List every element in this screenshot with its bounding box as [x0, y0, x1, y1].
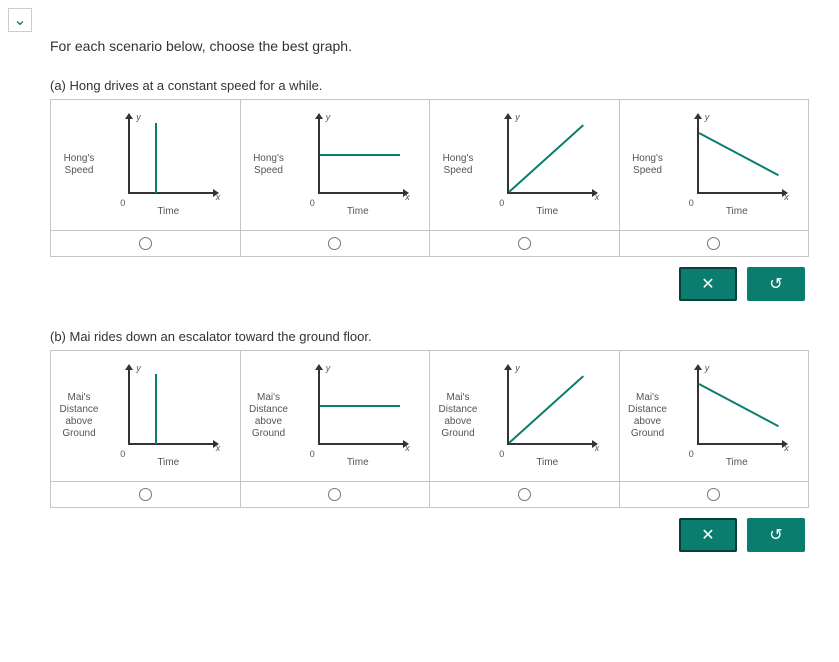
- xlabel: Time: [157, 206, 179, 217]
- chevron-down-icon: ⌄: [13, 10, 26, 30]
- ylabel: Mai's Distance above Ground: [247, 392, 291, 440]
- option-b4-radio[interactable]: [707, 488, 720, 501]
- graph-vertical: y x 0: [118, 365, 218, 455]
- ylabel: Hong's Speed: [247, 153, 291, 177]
- option-b1-radio[interactable]: [139, 488, 152, 501]
- question-a-options: Hong's Speed y x 0 Time: [50, 99, 809, 257]
- option-b4: Mai's Distance above Ground y x 0 Time: [620, 351, 809, 507]
- option-b3: Mai's Distance above Ground y x 0 Time: [430, 351, 620, 507]
- option-a3: Hong's Speed y x 0 Time: [430, 100, 620, 256]
- reset-button-a[interactable]: ↺: [747, 267, 805, 301]
- xlabel: Time: [157, 457, 179, 468]
- xlabel: Time: [726, 457, 748, 468]
- question-b-prompt: (b) Mai rides down an escalator toward t…: [50, 329, 809, 344]
- option-a2-radio[interactable]: [328, 237, 341, 250]
- reset-button-b[interactable]: ↺: [747, 518, 805, 552]
- xlabel: Time: [347, 206, 369, 217]
- option-a4: Hong's Speed y x 0 Time: [620, 100, 809, 256]
- question-b: (b) Mai rides down an escalator toward t…: [50, 329, 809, 552]
- graph-decreasing: y x 0: [687, 114, 787, 204]
- graph-increasing: y x 0: [497, 114, 597, 204]
- reset-icon: ↺: [769, 525, 782, 545]
- option-b2: Mai's Distance above Ground y x 0 Time: [241, 351, 431, 507]
- graph-decreasing: y x 0: [687, 365, 787, 455]
- graph-vertical: y x 0: [118, 114, 218, 204]
- graph-increasing: y x 0: [497, 365, 597, 455]
- option-a3-radio[interactable]: [518, 237, 531, 250]
- ylabel: Hong's Speed: [436, 153, 480, 177]
- xlabel: Time: [347, 457, 369, 468]
- option-a2: Hong's Speed y x 0 Time: [241, 100, 431, 256]
- question-a-prompt: (a) Hong drives at a constant speed for …: [50, 78, 809, 93]
- ylabel: Hong's Speed: [57, 153, 101, 177]
- close-icon: ✕: [701, 274, 714, 294]
- option-a4-radio[interactable]: [707, 237, 720, 250]
- reset-icon: ↺: [769, 274, 782, 294]
- xlabel: Time: [536, 206, 558, 217]
- ylabel: Mai's Distance above Ground: [436, 392, 480, 440]
- close-button-b[interactable]: ✕: [679, 518, 737, 552]
- graph-horizontal: y x 0: [308, 114, 408, 204]
- option-b3-radio[interactable]: [518, 488, 531, 501]
- close-icon: ✕: [701, 525, 714, 545]
- instruction-text: For each scenario below, choose the best…: [50, 38, 809, 54]
- xlabel: Time: [536, 457, 558, 468]
- ylabel: Mai's Distance above Ground: [57, 392, 101, 440]
- option-a1: Hong's Speed y x 0 Time: [51, 100, 241, 256]
- collapse-toggle[interactable]: ⌄: [8, 8, 32, 32]
- option-b2-radio[interactable]: [328, 488, 341, 501]
- question-b-options: Mai's Distance above Ground y x 0 Time: [50, 350, 809, 508]
- question-a: (a) Hong drives at a constant speed for …: [50, 78, 809, 301]
- option-b1: Mai's Distance above Ground y x 0 Time: [51, 351, 241, 507]
- xlabel: Time: [726, 206, 748, 217]
- ylabel: Hong's Speed: [626, 153, 670, 177]
- option-a1-radio[interactable]: [139, 237, 152, 250]
- ylabel: Mai's Distance above Ground: [626, 392, 670, 440]
- close-button-a[interactable]: ✕: [679, 267, 737, 301]
- graph-horizontal: y x 0: [308, 365, 408, 455]
